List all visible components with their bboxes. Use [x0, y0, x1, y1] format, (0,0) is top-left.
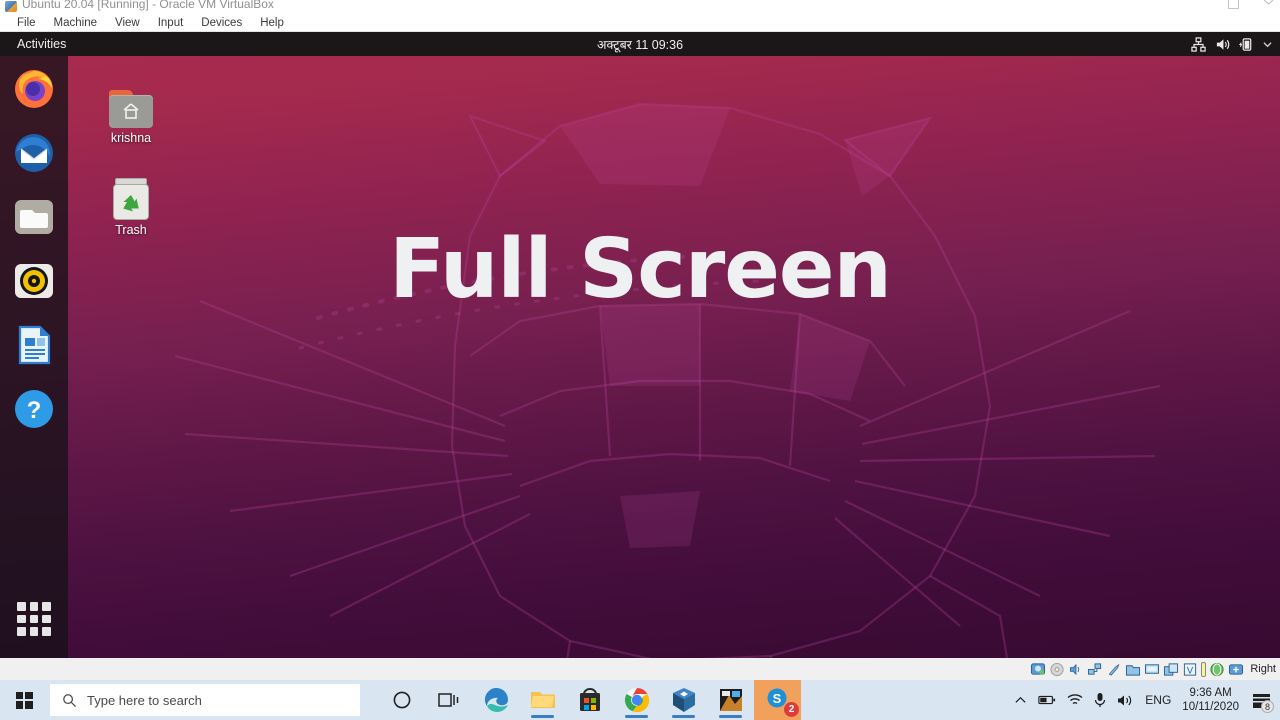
usb-icon[interactable]	[1106, 662, 1122, 677]
home-folder-icon	[109, 90, 153, 128]
taskbar-item-chrome[interactable]	[613, 680, 660, 720]
battery-icon[interactable]	[1038, 693, 1056, 707]
desktop-icon-label: krishna	[110, 131, 152, 145]
ubuntu-topbar: Activities अक्टूबर 11 09:36	[0, 32, 1280, 56]
desktop-icon-krishna[interactable]: krishna	[92, 90, 170, 145]
recording-icon[interactable]	[1163, 662, 1179, 677]
clock-date: 10/11/2020	[1182, 701, 1239, 713]
overlay-text: Full Screen	[389, 222, 892, 317]
microphone-icon[interactable]	[1094, 692, 1106, 708]
task-view-icon	[437, 693, 458, 707]
fossa-line-art	[174, 102, 1161, 658]
battery-icon	[1239, 37, 1252, 51]
menu-machine[interactable]: Machine	[45, 17, 106, 29]
restore-icon[interactable]	[1228, 0, 1239, 9]
dock-item-firefox[interactable]	[11, 66, 57, 112]
mouse-integration-icon[interactable]	[1209, 662, 1225, 677]
menu-help[interactable]: Help	[251, 17, 293, 29]
search-placeholder: Type here to search	[87, 692, 202, 708]
running-indicator	[719, 715, 742, 718]
close-icon[interactable]	[1263, 0, 1274, 9]
virtualbox-titlebar: Ubuntu 20.04 [Running] - Oracle VM Virtu…	[0, 0, 1280, 14]
desktop-wallpaper: krishna Trash	[0, 56, 1280, 658]
dock-item-libreoffice-writer[interactable]	[11, 322, 57, 368]
virtualization-icon[interactable]: V	[1182, 662, 1198, 677]
edge-icon	[484, 688, 508, 712]
notification-center-button[interactable]: 8	[1250, 689, 1274, 713]
menu-devices[interactable]: Devices	[192, 17, 251, 29]
snagit-badge: 2	[784, 702, 799, 717]
audio-icon[interactable]	[1068, 662, 1084, 677]
host-key-indicator: Right	[1250, 663, 1276, 675]
taskbar-item-task-view[interactable]	[425, 680, 472, 720]
firefox-icon	[15, 70, 53, 108]
optical-disk-icon[interactable]	[1049, 662, 1065, 677]
ubuntu-system-tray[interactable]	[1191, 36, 1272, 52]
menu-file[interactable]: File	[8, 17, 45, 29]
running-indicator	[531, 715, 554, 718]
language-indicator[interactable]: ENG	[1145, 693, 1171, 707]
running-indicator	[672, 715, 695, 718]
volume-icon	[1216, 38, 1230, 50]
virtualbox-statusbar: V Right	[0, 658, 1280, 680]
taskbar-items: S 2	[378, 680, 801, 720]
ubuntu-guest-screen: krishna Trash Full Screen ? Activities अ…	[0, 32, 1280, 658]
search-input[interactable]: Type here to search	[50, 684, 360, 716]
status-separator	[1201, 661, 1207, 677]
volume-icon[interactable]	[1117, 693, 1134, 708]
start-button[interactable]	[0, 680, 48, 720]
taskbar-item-snagit[interactable]: S 2	[754, 680, 801, 720]
window-controls	[1228, 0, 1274, 9]
home-glyph-icon	[123, 103, 139, 119]
taskbar-item-cortana[interactable]	[378, 680, 425, 720]
windows-system-tray: ENG 9:36 AM 10/11/2020 8	[1014, 686, 1280, 714]
show-applications-button[interactable]	[17, 602, 51, 636]
editor-icon	[719, 689, 742, 711]
recycle-glyph-icon	[123, 195, 139, 212]
taskbar-item-edge[interactable]	[472, 680, 519, 720]
microsoft-store-icon	[579, 688, 600, 711]
help-icon: ?	[15, 390, 53, 428]
chrome-icon	[624, 688, 649, 713]
menu-view[interactable]: View	[106, 17, 149, 29]
shared-folder-icon[interactable]	[1125, 662, 1141, 677]
libreoffice-writer-icon	[18, 325, 51, 365]
chevron-down-icon	[1263, 41, 1272, 47]
file-explorer-icon	[530, 692, 555, 708]
dock-item-thunderbird[interactable]	[11, 130, 57, 176]
notification-badge: 8	[1261, 700, 1274, 713]
windows-taskbar: Type here to search S 2 ENG 9:36 AM 10/1…	[0, 680, 1280, 720]
hard-disk-icon[interactable]	[1030, 662, 1046, 677]
search-icon	[63, 693, 77, 707]
virtualbox-icon	[672, 688, 695, 712]
taskbar-item-editor[interactable]	[707, 680, 754, 720]
ubuntu-dock: ?	[0, 56, 68, 658]
menu-input[interactable]: Input	[149, 17, 193, 29]
network-icon	[1191, 36, 1206, 52]
running-indicator	[625, 715, 648, 718]
wifi-icon[interactable]	[1067, 693, 1083, 707]
taskbar-item-virtualbox[interactable]	[660, 680, 707, 720]
display-icon[interactable]	[1144, 662, 1160, 677]
cortana-icon	[393, 691, 410, 709]
trash-icon	[111, 178, 151, 220]
svg-text:?: ?	[27, 397, 42, 424]
window-title: Ubuntu 20.04 [Running] - Oracle VM Virtu…	[22, 0, 274, 11]
taskbar-item-file-explorer[interactable]	[519, 680, 566, 720]
taskbar-item-microsoft-store[interactable]	[566, 680, 613, 720]
svg-text:V: V	[1187, 665, 1194, 675]
chevron-up-icon[interactable]	[1014, 694, 1027, 707]
screen-root: Ubuntu 20.04 [Running] - Oracle VM Virtu…	[0, 0, 1280, 720]
dock-item-help[interactable]: ?	[11, 386, 57, 432]
clock[interactable]: 9:36 AM 10/11/2020	[1182, 686, 1239, 714]
thunderbird-icon	[15, 134, 53, 172]
keyboard-icon[interactable]	[1228, 662, 1244, 677]
svg-text:S: S	[772, 691, 781, 706]
ubuntu-clock[interactable]: अक्टूबर 11 09:36	[0, 36, 1280, 53]
virtualbox-app-icon	[5, 1, 17, 12]
network-icon[interactable]	[1087, 662, 1103, 677]
virtualbox-menubar: File Machine View Input Devices Help	[0, 14, 1280, 32]
clock-time: 9:36 AM	[1189, 687, 1232, 699]
windows-logo-icon	[15, 691, 33, 709]
